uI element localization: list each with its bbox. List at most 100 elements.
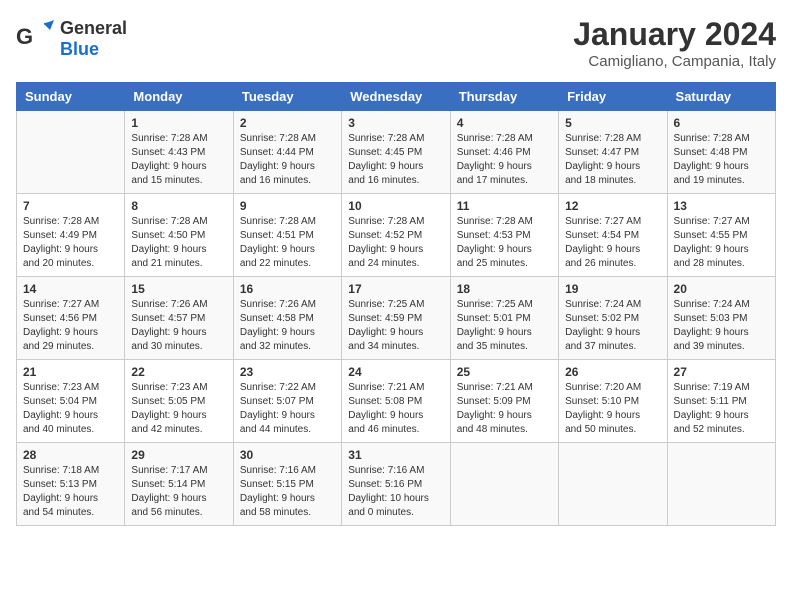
weekday-header-wednesday: Wednesday bbox=[342, 83, 450, 111]
day-info: Sunrise: 7:25 AM Sunset: 5:01 PM Dayligh… bbox=[457, 298, 552, 354]
day-info: Sunrise: 7:27 AM Sunset: 4:54 PM Dayligh… bbox=[565, 215, 660, 271]
calendar-cell: 1 Sunrise: 7:28 AM Sunset: 4:43 PM Daylig… bbox=[125, 111, 233, 194]
calendar-cell: 7 Sunrise: 7:28 AM Sunset: 4:49 PM Daylig… bbox=[17, 194, 125, 277]
day-number: 31 bbox=[348, 448, 443, 462]
calendar-cell: 2 Sunrise: 7:28 AM Sunset: 4:44 PM Daylig… bbox=[233, 111, 341, 194]
calendar-cell: 26 Sunrise: 7:20 AM Sunset: 5:10 PM Dayli… bbox=[559, 360, 667, 443]
day-info: Sunrise: 7:23 AM Sunset: 5:05 PM Dayligh… bbox=[131, 381, 226, 437]
calendar-cell: 31Sunrise: 7:16 AM Sunset: 5:16 PM Dayli… bbox=[342, 443, 450, 526]
day-info: Sunrise: 7:18 AM Sunset: 5:13 PM Dayligh… bbox=[23, 464, 118, 520]
day-number: 17 bbox=[348, 282, 443, 296]
calendar-cell: 25Sunrise: 7:21 AM Sunset: 5:09 PM Dayli… bbox=[450, 360, 558, 443]
calendar-week-row: 1 Sunrise: 7:28 AM Sunset: 4:43 PM Daylig… bbox=[17, 111, 776, 194]
day-info: Sunrise: 7:22 AM Sunset: 5:07 PM Dayligh… bbox=[240, 381, 335, 437]
day-info: Sunrise: 7:28 AM Sunset: 4:52 PM Dayligh… bbox=[348, 215, 443, 271]
weekday-header-friday: Friday bbox=[559, 83, 667, 111]
day-info: Sunrise: 7:24 AM Sunset: 5:02 PM Dayligh… bbox=[565, 298, 660, 354]
svg-text:G: G bbox=[16, 24, 33, 49]
day-info: Sunrise: 7:28 AM Sunset: 4:49 PM Dayligh… bbox=[23, 215, 118, 271]
calendar-cell: 27 Sunrise: 7:19 AM Sunset: 5:11 PM Dayli… bbox=[667, 360, 775, 443]
day-info: Sunrise: 7:23 AM Sunset: 5:04 PM Dayligh… bbox=[23, 381, 118, 437]
calendar-week-row: 28Sunrise: 7:18 AM Sunset: 5:13 PM Dayli… bbox=[17, 443, 776, 526]
calendar-cell: 14 Sunrise: 7:27 AM Sunset: 4:56 PM Dayli… bbox=[17, 277, 125, 360]
calendar-cell: 3 Sunrise: 7:28 AM Sunset: 4:45 PM Daylig… bbox=[342, 111, 450, 194]
day-number: 2 bbox=[240, 116, 335, 130]
page-header: G General Blue January 2024 Camigliano, … bbox=[16, 16, 776, 70]
calendar-cell: 23 Sunrise: 7:22 AM Sunset: 5:07 PM Dayli… bbox=[233, 360, 341, 443]
weekday-header-sunday: Sunday bbox=[17, 83, 125, 111]
calendar-cell: 6Sunrise: 7:28 AM Sunset: 4:48 PM Daylig… bbox=[667, 111, 775, 194]
day-info: Sunrise: 7:25 AM Sunset: 4:59 PM Dayligh… bbox=[348, 298, 443, 354]
day-info: Sunrise: 7:24 AM Sunset: 5:03 PM Dayligh… bbox=[674, 298, 769, 354]
day-info: Sunrise: 7:28 AM Sunset: 4:47 PM Dayligh… bbox=[565, 132, 660, 188]
day-number: 14 bbox=[23, 282, 118, 296]
calendar-cell: 8 Sunrise: 7:28 AM Sunset: 4:50 PM Daylig… bbox=[125, 194, 233, 277]
day-number: 30 bbox=[240, 448, 335, 462]
day-number: 4 bbox=[457, 116, 552, 130]
day-number: 8 bbox=[131, 199, 226, 213]
weekday-header-saturday: Saturday bbox=[667, 83, 775, 111]
day-number: 22 bbox=[131, 365, 226, 379]
calendar-cell bbox=[559, 443, 667, 526]
day-number: 18 bbox=[457, 282, 552, 296]
day-info: Sunrise: 7:16 AM Sunset: 5:15 PM Dayligh… bbox=[240, 464, 335, 520]
calendar-cell: 16Sunrise: 7:26 AM Sunset: 4:58 PM Dayli… bbox=[233, 277, 341, 360]
calendar-cell: 30 Sunrise: 7:16 AM Sunset: 5:15 PM Dayli… bbox=[233, 443, 341, 526]
day-number: 29 bbox=[131, 448, 226, 462]
day-info: Sunrise: 7:20 AM Sunset: 5:10 PM Dayligh… bbox=[565, 381, 660, 437]
day-info: Sunrise: 7:28 AM Sunset: 4:45 PM Dayligh… bbox=[348, 132, 443, 188]
day-info: Sunrise: 7:28 AM Sunset: 4:46 PM Dayligh… bbox=[457, 132, 552, 188]
day-number: 9 bbox=[240, 199, 335, 213]
calendar-week-row: 7 Sunrise: 7:28 AM Sunset: 4:49 PM Daylig… bbox=[17, 194, 776, 277]
day-info: Sunrise: 7:27 AM Sunset: 4:55 PM Dayligh… bbox=[674, 215, 769, 271]
calendar-cell: 21 Sunrise: 7:23 AM Sunset: 5:04 PM Dayli… bbox=[17, 360, 125, 443]
day-info: Sunrise: 7:19 AM Sunset: 5:11 PM Dayligh… bbox=[674, 381, 769, 437]
calendar-cell: 29 Sunrise: 7:17 AM Sunset: 5:14 PM Dayli… bbox=[125, 443, 233, 526]
calendar-cell: 22 Sunrise: 7:23 AM Sunset: 5:05 PM Dayli… bbox=[125, 360, 233, 443]
calendar-cell: 28Sunrise: 7:18 AM Sunset: 5:13 PM Dayli… bbox=[17, 443, 125, 526]
calendar-cell bbox=[17, 111, 125, 194]
calendar-cell bbox=[450, 443, 558, 526]
day-info: Sunrise: 7:28 AM Sunset: 4:43 PM Dayligh… bbox=[131, 132, 226, 188]
day-info: Sunrise: 7:17 AM Sunset: 5:14 PM Dayligh… bbox=[131, 464, 226, 520]
logo: G General Blue bbox=[16, 16, 127, 61]
day-info: Sunrise: 7:28 AM Sunset: 4:53 PM Dayligh… bbox=[457, 215, 552, 271]
calendar-cell: 24Sunrise: 7:21 AM Sunset: 5:08 PM Dayli… bbox=[342, 360, 450, 443]
day-number: 27 bbox=[674, 365, 769, 379]
day-number: 3 bbox=[348, 116, 443, 130]
month-title: January 2024 bbox=[573, 16, 776, 53]
location-title: Camigliano, Campania, Italy bbox=[573, 53, 776, 70]
calendar-cell: 11Sunrise: 7:28 AM Sunset: 4:53 PM Dayli… bbox=[450, 194, 558, 277]
logo-icon: G bbox=[16, 16, 56, 56]
calendar-cell: 4 Sunrise: 7:28 AM Sunset: 4:46 PM Daylig… bbox=[450, 111, 558, 194]
day-info: Sunrise: 7:27 AM Sunset: 4:56 PM Dayligh… bbox=[23, 298, 118, 354]
calendar-cell: 17 Sunrise: 7:25 AM Sunset: 4:59 PM Dayli… bbox=[342, 277, 450, 360]
calendar-cell: 13Sunrise: 7:27 AM Sunset: 4:55 PM Dayli… bbox=[667, 194, 775, 277]
logo-general-text: General bbox=[60, 18, 127, 38]
day-number: 7 bbox=[23, 199, 118, 213]
day-number: 10 bbox=[348, 199, 443, 213]
calendar-cell: 18 Sunrise: 7:25 AM Sunset: 5:01 PM Dayli… bbox=[450, 277, 558, 360]
day-number: 16 bbox=[240, 282, 335, 296]
day-info: Sunrise: 7:26 AM Sunset: 4:57 PM Dayligh… bbox=[131, 298, 226, 354]
day-info: Sunrise: 7:28 AM Sunset: 4:50 PM Dayligh… bbox=[131, 215, 226, 271]
day-info: Sunrise: 7:21 AM Sunset: 5:09 PM Dayligh… bbox=[457, 381, 552, 437]
day-number: 15 bbox=[131, 282, 226, 296]
day-number: 1 bbox=[131, 116, 226, 130]
title-block: January 2024 Camigliano, Campania, Italy bbox=[573, 16, 776, 70]
day-number: 20 bbox=[674, 282, 769, 296]
day-number: 5 bbox=[565, 116, 660, 130]
calendar-cell: 20 Sunrise: 7:24 AM Sunset: 5:03 PM Dayli… bbox=[667, 277, 775, 360]
calendar-cell bbox=[667, 443, 775, 526]
day-number: 26 bbox=[565, 365, 660, 379]
day-number: 23 bbox=[240, 365, 335, 379]
weekday-header-tuesday: Tuesday bbox=[233, 83, 341, 111]
weekday-header-monday: Monday bbox=[125, 83, 233, 111]
weekday-header-row: SundayMondayTuesdayWednesdayThursdayFrid… bbox=[17, 83, 776, 111]
day-info: Sunrise: 7:28 AM Sunset: 4:44 PM Dayligh… bbox=[240, 132, 335, 188]
calendar-cell: 9Sunrise: 7:28 AM Sunset: 4:51 PM Daylig… bbox=[233, 194, 341, 277]
day-number: 21 bbox=[23, 365, 118, 379]
calendar-week-row: 21 Sunrise: 7:23 AM Sunset: 5:04 PM Dayli… bbox=[17, 360, 776, 443]
calendar-week-row: 14 Sunrise: 7:27 AM Sunset: 4:56 PM Dayli… bbox=[17, 277, 776, 360]
calendar-table: SundayMondayTuesdayWednesdayThursdayFrid… bbox=[16, 82, 776, 526]
